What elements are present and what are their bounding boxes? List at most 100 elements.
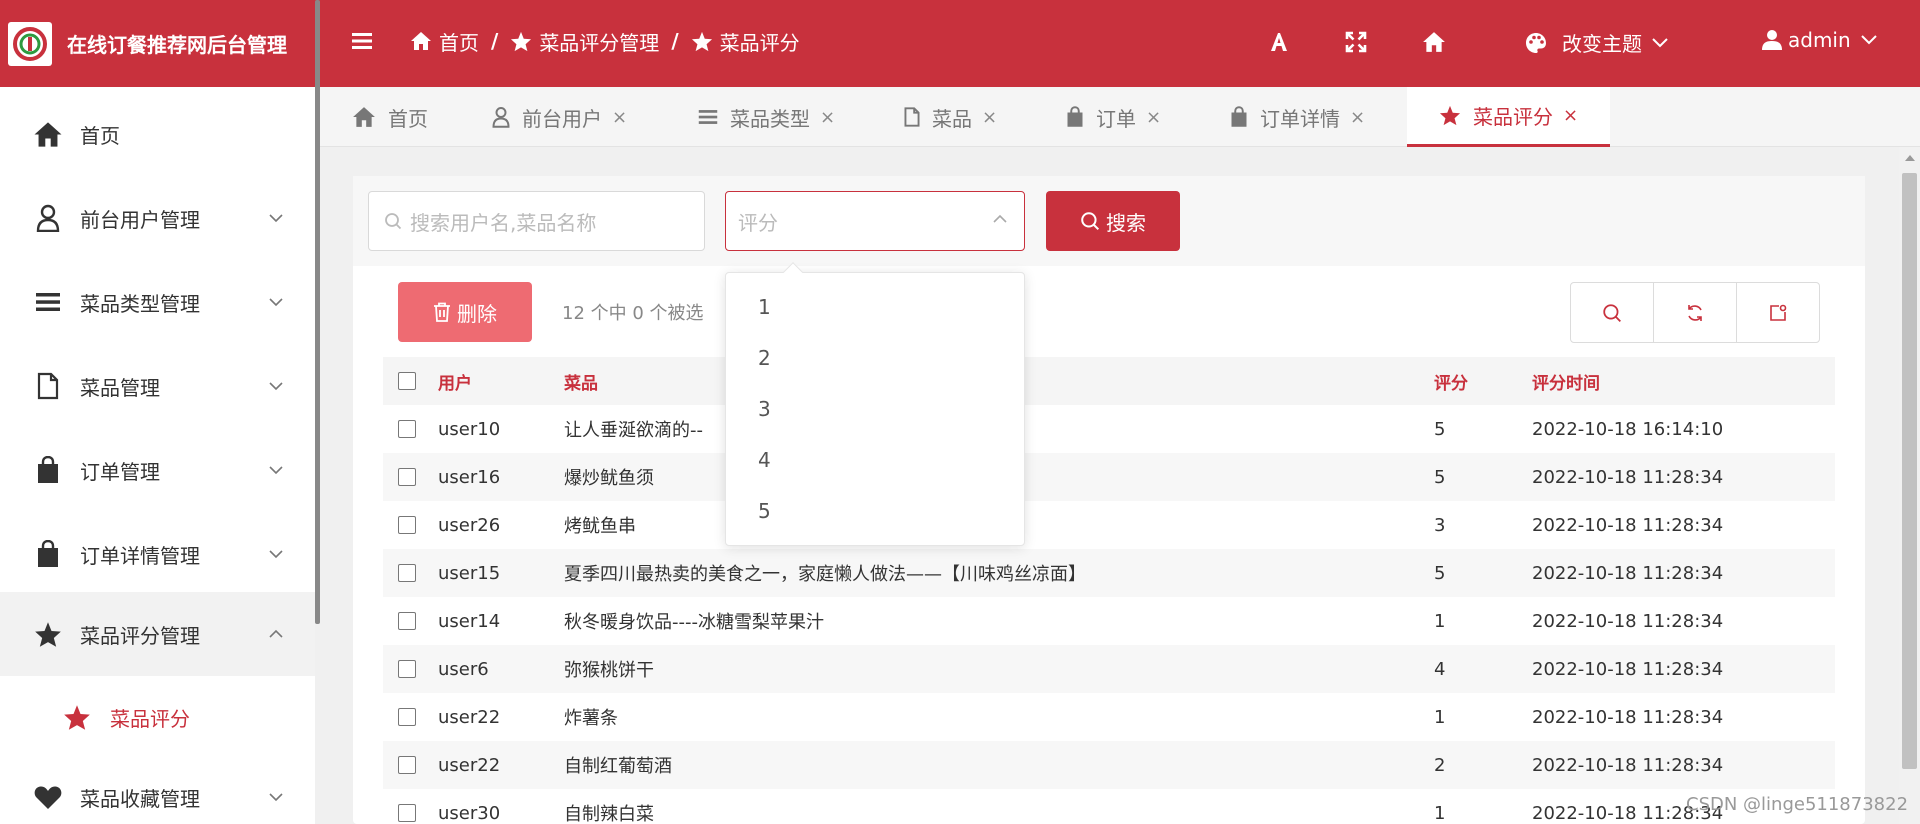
user-icon bbox=[492, 107, 510, 128]
row-checkbox[interactable] bbox=[398, 516, 416, 534]
chevron-down-icon bbox=[269, 298, 283, 307]
select-all-checkbox[interactable] bbox=[398, 372, 416, 390]
column-header-time[interactable]: 评分时间 bbox=[1532, 357, 1835, 405]
cell-rating: 2 bbox=[1434, 741, 1532, 789]
row-checkbox[interactable] bbox=[398, 660, 416, 678]
rating-option-4[interactable]: 4 bbox=[758, 448, 771, 472]
app-logo-icon bbox=[8, 21, 52, 66]
scrollbar-thumb[interactable] bbox=[1902, 173, 1917, 769]
row-checkbox[interactable] bbox=[398, 612, 416, 630]
rating-select[interactable]: 评分 bbox=[725, 191, 1025, 251]
row-checkbox[interactable] bbox=[398, 804, 416, 822]
cell-dish: 弥猴桃饼干 bbox=[564, 645, 1434, 693]
row-checkbox[interactable] bbox=[398, 708, 416, 726]
sidebar-item-rating-mgmt[interactable]: 菜品评分管理 bbox=[0, 592, 315, 676]
bag-icon bbox=[1231, 106, 1247, 127]
theme-label: 改变主题 bbox=[1562, 32, 1642, 56]
user-icon bbox=[1762, 30, 1782, 50]
row-checkbox[interactable] bbox=[398, 420, 416, 438]
breadcrumb-rating-mgmt[interactable]: 菜品评分管理 bbox=[510, 27, 659, 56]
tab-dishes[interactable]: 菜品 × bbox=[904, 87, 997, 147]
sidebar-item-label: 前台用户管理 bbox=[80, 207, 200, 232]
brand[interactable]: 在线订餐推荐网后台管理 bbox=[0, 0, 317, 87]
heart-icon bbox=[33, 782, 63, 812]
home-icon bbox=[33, 119, 63, 149]
row-checkbox[interactable] bbox=[398, 468, 416, 486]
page-scrollbar[interactable] bbox=[1899, 147, 1920, 824]
delete-button[interactable]: 删除 bbox=[398, 282, 532, 342]
sidebar-item-frontend-users[interactable]: 前台用户管理 bbox=[0, 176, 315, 260]
column-header-rating[interactable]: 评分 bbox=[1434, 357, 1532, 405]
close-icon[interactable]: × bbox=[612, 107, 627, 128]
palette-icon bbox=[1526, 32, 1546, 53]
sidebar-item-favorites[interactable]: 菜品收藏管理 bbox=[0, 755, 315, 824]
search-icon bbox=[1603, 303, 1621, 322]
sidebar-item-label: 首页 bbox=[80, 123, 120, 148]
breadcrumb-label: 首页 bbox=[439, 30, 479, 55]
tab-home[interactable]: 首页 bbox=[352, 87, 428, 147]
home-icon bbox=[411, 32, 431, 50]
table-row[interactable]: user15 夏季四川最热卖的美食之一，家庭懒人做法——【川味鸡丝凉面】 5 2… bbox=[383, 549, 1835, 597]
search-button-label: 搜索 bbox=[1106, 210, 1146, 235]
table-row[interactable]: user30 自制辣白菜 1 2022-10-18 11:28:34 bbox=[383, 789, 1835, 824]
scroll-up-arrow-icon[interactable] bbox=[1905, 155, 1915, 161]
user-menu[interactable]: admin bbox=[1762, 28, 1877, 52]
row-checkbox[interactable] bbox=[398, 756, 416, 774]
cell-dish: 自制红葡萄酒 bbox=[564, 741, 1434, 789]
table-row[interactable]: user10 让人垂涎欲滴的-- 5 2022-10-18 16:14:10 bbox=[383, 405, 1835, 453]
close-icon[interactable]: × bbox=[1563, 105, 1578, 126]
breadcrumb-home[interactable]: 首页 bbox=[410, 27, 479, 56]
rating-option-5[interactable]: 5 bbox=[758, 499, 771, 523]
rating-option-3[interactable]: 3 bbox=[758, 397, 771, 421]
watermark: CSDN @linge511873822 bbox=[1686, 794, 1909, 815]
cell-time: 2022-10-18 11:28:34 bbox=[1532, 549, 1835, 597]
sidebar-item-home[interactable]: 首页 bbox=[0, 92, 315, 176]
close-icon[interactable]: × bbox=[820, 107, 835, 128]
sidebar-subitem-dish-rating[interactable]: 菜品评分 bbox=[0, 676, 315, 758]
close-icon[interactable]: × bbox=[1350, 107, 1365, 128]
refresh-icon bbox=[1688, 304, 1702, 321]
rating-option-1[interactable]: 1 bbox=[758, 295, 771, 319]
tab-dish-rating[interactable]: 菜品评分 × bbox=[1407, 87, 1611, 147]
table-row[interactable]: user16 爆炒鱿鱼须 5 2022-10-18 11:28:34 bbox=[383, 453, 1835, 501]
chevron-down-icon bbox=[1860, 35, 1877, 45]
sidebar-item-dish-types[interactable]: 菜品类型管理 bbox=[0, 260, 315, 344]
rating-option-2[interactable]: 2 bbox=[758, 346, 771, 370]
font-size-icon[interactable] bbox=[1266, 29, 1292, 55]
table-row[interactable]: user22 炸薯条 1 2022-10-18 11:28:34 bbox=[383, 693, 1835, 741]
close-icon[interactable]: × bbox=[1146, 107, 1161, 128]
search-placeholder: 搜索用户名,菜品名称 bbox=[410, 210, 597, 235]
search-input[interactable]: 搜索用户名,菜品名称 bbox=[368, 191, 705, 251]
table-row[interactable]: user22 自制红葡萄酒 2 2022-10-18 11:28:34 bbox=[383, 741, 1835, 789]
tab-orders[interactable]: 订单 × bbox=[1066, 87, 1161, 147]
chevron-down-icon bbox=[269, 466, 283, 475]
cell-time: 2022-10-18 11:28:34 bbox=[1532, 610, 1724, 632]
tab-label: 菜品类型 bbox=[730, 106, 810, 131]
table-row[interactable]: user6 弥猴桃饼干 4 2022-10-18 11:28:34 bbox=[383, 645, 1835, 693]
column-header-user[interactable]: 用户 bbox=[438, 357, 564, 405]
breadcrumb-label: 菜品评分管理 bbox=[539, 30, 660, 55]
sidebar-item-orders[interactable]: 订单管理 bbox=[0, 428, 315, 512]
sidebar-item-dishes[interactable]: 菜品管理 bbox=[0, 344, 315, 428]
home-shortcut-icon[interactable] bbox=[1421, 29, 1447, 55]
table-row[interactable]: user26 烤鱿鱼串 3 2022-10-18 11:28:34 bbox=[383, 501, 1835, 549]
columns-button[interactable] bbox=[1737, 283, 1819, 342]
theme-switcher[interactable]: 改变主题 bbox=[1524, 28, 1668, 57]
tab-dish-types[interactable]: 菜品类型 × bbox=[698, 87, 835, 147]
close-icon[interactable]: × bbox=[982, 107, 997, 128]
search-button[interactable]: 搜索 bbox=[1046, 191, 1180, 251]
sidebar: 首页 前台用户管理 菜品类型管理 菜品管理 订单管理 订单详情管理 菜品评分管理… bbox=[0, 87, 315, 824]
sidebar-item-order-details[interactable]: 订单详情管理 bbox=[0, 512, 315, 596]
table-row[interactable]: user14 秋冬暖身饮品----冰糖雪梨苹果汁 1 2022-10-18 11… bbox=[383, 597, 1835, 645]
refresh-button[interactable] bbox=[1654, 283, 1737, 342]
tab-order-details[interactable]: 订单详情 × bbox=[1230, 87, 1365, 147]
fullscreen-icon[interactable] bbox=[1343, 29, 1369, 55]
row-checkbox[interactable] bbox=[398, 564, 416, 582]
file-icon bbox=[33, 371, 63, 401]
toggle-search-button[interactable] bbox=[1571, 283, 1654, 342]
user-name: admin bbox=[1788, 28, 1851, 52]
star-icon bbox=[33, 619, 63, 649]
menu-toggle-icon[interactable] bbox=[350, 28, 378, 56]
cell-rating: 5 bbox=[1434, 418, 1446, 440]
tab-frontend-users[interactable]: 前台用户 × bbox=[492, 87, 627, 147]
